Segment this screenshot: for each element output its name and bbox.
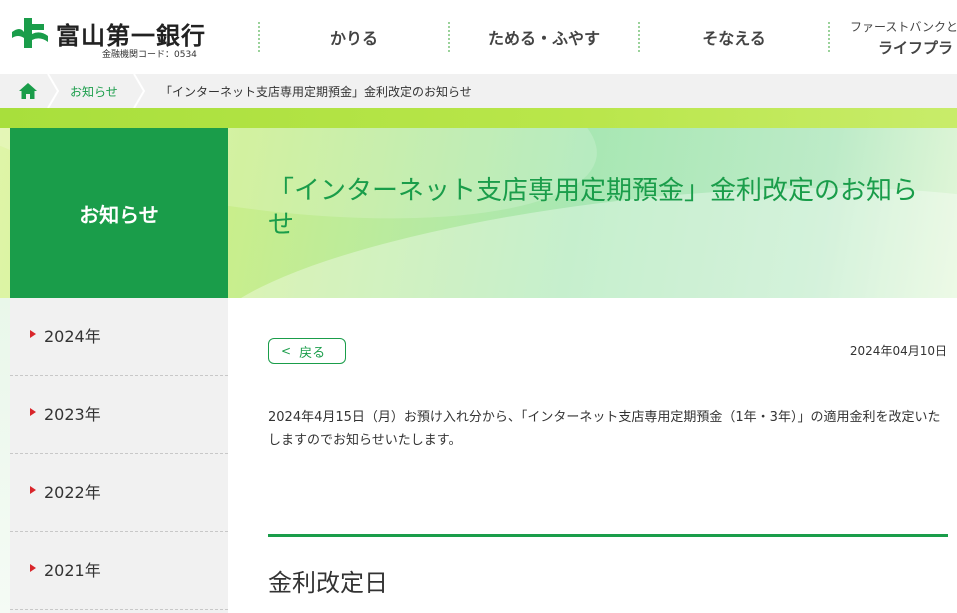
section-divider: [268, 534, 948, 537]
back-button-label: 戻る: [299, 345, 326, 361]
nav-item-save[interactable]: ためる・ふやす: [450, 0, 638, 74]
breadcrumb-link-news[interactable]: お知らせ: [70, 83, 118, 100]
sidebar-title: お知らせ: [10, 128, 228, 298]
chevron-left-icon: <: [281, 344, 292, 358]
sidebar-item-label: 2022年: [44, 483, 101, 502]
sidebar-item-label: 2023年: [44, 405, 101, 424]
bank-name: 富山第一銀行: [56, 22, 206, 50]
sidebar: 2024年 2023年 2022年 2021年: [10, 298, 228, 613]
breadcrumb-separator-icon: [133, 74, 146, 108]
nav-item-prepare[interactable]: そなえる: [640, 0, 828, 74]
article-body: 2024年4月15日（月）お預け入れ分から、「インターネット支店専用定期預金（1…: [268, 410, 941, 448]
breadcrumb-separator-icon: [47, 74, 60, 108]
triangle-right-icon: [30, 564, 36, 572]
breadcrumb-current: 「インターネット支店専用定期預金」金利改定のお知らせ: [160, 85, 472, 99]
nav-item-lifeplan[interactable]: ファーストバンクと ライフプラ: [850, 18, 957, 58]
triangle-right-icon: [30, 330, 36, 338]
sidebar-item-2021[interactable]: 2021年: [10, 532, 228, 610]
sidebar-item-label: 2024年: [44, 327, 101, 346]
nav-lifeplan-line2: ライフプラ: [878, 39, 954, 57]
breadcrumb: お知らせ 「インターネット支店専用定期預金」金利改定のお知らせ: [0, 74, 957, 108]
sidebar-item-2023[interactable]: 2023年: [10, 376, 228, 454]
sidebar-item-2024[interactable]: 2024年: [10, 298, 228, 376]
bank-code: 金融機関コード：0534: [102, 50, 197, 60]
triangle-right-icon: [30, 408, 36, 416]
nav-separator: [828, 22, 830, 52]
triangle-right-icon: [30, 486, 36, 494]
page-title: 「インターネット支店専用定期預金」金利改定のお知らせ: [268, 176, 919, 240]
bank-logo-mark-icon: [12, 18, 48, 48]
nav-lifeplan-line1: ファーストバンクと: [850, 20, 957, 34]
nav-item-borrow[interactable]: かりる: [260, 0, 448, 74]
green-band: [0, 108, 957, 128]
site-header: 富山第一銀行 金融機関コード：0534 かりる ためる・ふやす そなえる ファー…: [0, 0, 957, 74]
sidebar-item-label: 2021年: [44, 561, 101, 580]
section-title: 金利改定日: [268, 569, 388, 597]
publish-date: 2024年04月10日: [849, 344, 947, 358]
sidebar-item-2022[interactable]: 2022年: [10, 454, 228, 532]
back-button[interactable]: < 戻る: [268, 338, 346, 364]
home-icon[interactable]: [18, 82, 38, 100]
left-background: [0, 298, 10, 613]
